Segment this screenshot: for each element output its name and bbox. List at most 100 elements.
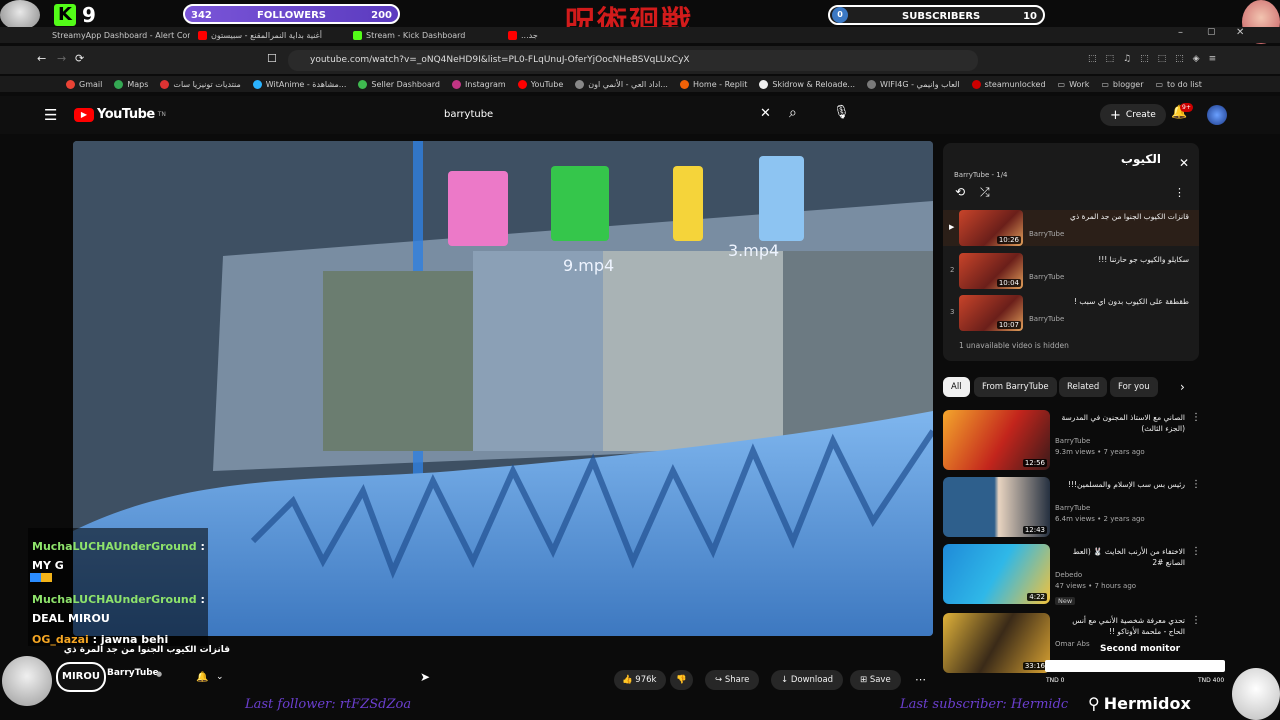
bookmark-seller-dashboard[interactable]: Seller Dashboard (358, 79, 440, 89)
close-icon[interactable]: ✕ (1236, 27, 1244, 38)
search-input[interactable]: barrytube (432, 104, 782, 126)
loop-icon[interactable]: ⟲ (955, 185, 965, 199)
chevron-right-icon[interactable]: › (1180, 380, 1185, 394)
clear-search-icon[interactable]: ✕ (760, 106, 771, 121)
create-button[interactable]: + Create (1100, 104, 1166, 126)
followers-current: 342 (191, 10, 212, 21)
more-options-icon[interactable]: ⋮ (1191, 412, 1201, 423)
recommendation-item[interactable]: 4:22 الاختفاء من الأرنب الخايث 🐰 (العط ا… (943, 544, 1203, 606)
bookmark-todo[interactable]: ▭ to do list (1155, 80, 1201, 89)
streamer-avatar (2, 656, 52, 706)
bookmark-youtube[interactable]: YouTube (517, 79, 563, 89)
more-options-icon[interactable]: ⋮ (1191, 546, 1201, 557)
download-icon: ↓ (781, 675, 789, 685)
subscribers-goal: 10 (1023, 11, 1037, 22)
playlist-progress: BarryTube - 1/4 (954, 171, 1008, 179)
kick-viewer-count: 9 (82, 3, 96, 27)
menu-icon[interactable]: ≡ (1209, 54, 1217, 64)
chat-text: DEAL MIROU (32, 612, 110, 625)
chat-text: MY G (32, 559, 64, 572)
more-options-icon[interactable]: ⋮ (1191, 615, 1201, 626)
close-playlist-icon[interactable]: ✕ (1179, 156, 1189, 170)
instagram-icon (452, 79, 462, 89)
bookmark-wifi4g[interactable]: WIFI4G - العاب وانيمي (867, 79, 960, 89)
youtube-logo[interactable]: ▶ YouTube TN (74, 107, 166, 122)
last-subscriber-text: Last subscriber: Hermidc (900, 697, 1069, 712)
shuffle-icon[interactable]: ⤮ (980, 185, 990, 200)
bookmark-anime[interactable]: اداد العي - الأنمي اون... (575, 79, 668, 89)
chat-message: MuchaLUCHAUnderGround : MY G (32, 540, 205, 572)
extension-icon[interactable]: ⬚ (1158, 54, 1167, 64)
kick-logo: K (54, 4, 76, 26)
bookmark-work[interactable]: ▭ Work (1058, 80, 1090, 89)
extension-icon[interactable]: ⬚ (1175, 54, 1184, 64)
bookmark-blogger[interactable]: ▭ blogger (1101, 80, 1143, 89)
recommendation-thumbnail: 12:43 (943, 477, 1050, 537)
share-button[interactable]: ↪ Share (705, 670, 760, 690)
playlist-item[interactable]: 3 10:07 طقطقة على الكيوب بدون اي سبب ! B… (943, 295, 1199, 331)
chat-message: OG_dazai : jawna behi (32, 633, 169, 646)
tab-streamyapp[interactable]: StreamyApp Dashboard - Alert Conf (40, 27, 190, 43)
extension-icon[interactable]: ⬚ (1140, 54, 1149, 64)
tab-kick-dashboard[interactable]: Stream - Kick Dashboard (345, 27, 500, 43)
maximize-icon[interactable]: ▢ (1207, 27, 1216, 37)
share-icon: ↪ (715, 675, 723, 685)
account-avatar[interactable] (1207, 105, 1227, 125)
link-icon: ⚲ (1088, 694, 1100, 713)
url-bar[interactable]: youtube.com/watch?v=_oNQ4NeHD9I&list=PL0… (288, 50, 978, 71)
download-button[interactable]: ↓ Download (771, 670, 844, 690)
bookmark-maps[interactable]: Maps (114, 79, 148, 89)
hamburger-menu-icon[interactable]: ☰ (44, 106, 57, 124)
mirou-logo: MIROU (56, 662, 106, 692)
recommendation-item[interactable]: 12:56 الصاني مع الاستاذ المجنون في المدر… (943, 410, 1203, 472)
chip-all[interactable]: All (943, 377, 970, 397)
search-icon[interactable]: ⌕ (789, 105, 797, 121)
microphone-icon[interactable]: 🎙 (833, 105, 850, 120)
wifi4g-icon (867, 79, 877, 89)
playlist-thumbnail: 10:04 (959, 253, 1023, 289)
reload-icon[interactable]: ⟳ (75, 52, 84, 65)
music-icon[interactable]: ♫ (1123, 54, 1131, 64)
playlist-item[interactable]: ▶ 10:26 قانزات الكيوب الجنوا من جد المرة… (943, 210, 1199, 246)
notification-bell-icon[interactable]: 🔔 (196, 672, 208, 683)
bookmark-skidrow[interactable]: Skidrow & Reloade... (759, 79, 855, 89)
dislike-button[interactable]: 👎 (670, 670, 693, 690)
youtube-play-icon: ▶ (74, 107, 94, 122)
bookmark-replit[interactable]: Home - Replit (679, 79, 747, 89)
playlist-more-icon[interactable]: ⋮ (1174, 186, 1185, 199)
chip-for-you[interactable]: For you (1110, 377, 1158, 397)
tab-youtube-song[interactable]: أغنية بداية النمرالمقنع - سبيستون (190, 27, 345, 43)
like-button[interactable]: 👍 976k (614, 670, 667, 690)
shield-icon[interactable]: ◈ (1193, 54, 1200, 64)
second-monitor-label: Second monitor (1100, 644, 1181, 654)
extension-icon[interactable]: ⬚ (1088, 54, 1097, 64)
channel-name[interactable]: BarryTube (107, 668, 159, 678)
chip-from-barrytube[interactable]: From BarryTube (974, 377, 1057, 397)
minimize-icon[interactable]: – (1178, 27, 1183, 38)
chip-related[interactable]: Related (1059, 377, 1108, 397)
bookmark-witanime[interactable]: WitAnime - مشاهدة... (252, 79, 346, 89)
playlist-panel: الكيوب ✕ BarryTube - 1/4 ⟲ ⤮ ⋮ ▶ 10:26 ق… (943, 143, 1199, 361)
more-options-icon[interactable]: ⋮ (1191, 479, 1201, 490)
bookmark-gmail[interactable]: Gmail (66, 79, 102, 89)
extension-icon[interactable]: ⬚ (1106, 54, 1115, 64)
recommendation-item[interactable]: 12:43 رئيس بس سب الإسلام والمسلمين!!! Ba… (943, 477, 1203, 539)
bookmark-instagram[interactable]: Instagram (452, 79, 506, 89)
playlist-item[interactable]: 2 10:04 سكايلو والكيوب جو حارتنا !!! Bar… (943, 253, 1199, 289)
back-icon[interactable]: ← (37, 52, 46, 65)
more-actions-icon[interactable]: ⋯ (915, 673, 926, 686)
save-button[interactable]: ⊞ Save (850, 670, 901, 690)
maps-icon (114, 79, 124, 89)
bookmark-icon[interactable]: ☐ (267, 52, 277, 65)
chat-username: MuchaLUCHAUnderGround (32, 540, 197, 553)
tab-youtube-active[interactable]: ...جد (500, 27, 548, 43)
chevron-down-icon[interactable]: ⌄ (216, 672, 224, 682)
extension-icons: ⬚ ⬚ ♫ ⬚ ⬚ ⬚ ◈ ≡ (1088, 54, 1216, 64)
folder-icon: ▭ (1155, 79, 1164, 89)
bookmark-steamunlocked[interactable]: steamunlocked (971, 79, 1046, 89)
followers-goal-bar: 342 FOLLOWERS 200 (183, 4, 400, 24)
bookmark-tunisiasat[interactable]: منتديات تونيزيا سات (160, 79, 241, 89)
forward-icon[interactable]: → (57, 52, 66, 65)
tnd-goal-bar (1045, 660, 1225, 672)
save-icon: ⊞ (860, 675, 868, 685)
